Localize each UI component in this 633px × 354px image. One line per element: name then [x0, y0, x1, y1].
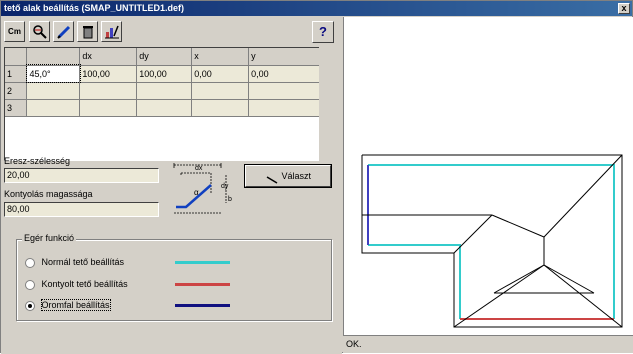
radio-hip-roof[interactable]: Kontyolt tető beállítás	[25, 277, 128, 291]
dy-diagram-label: dy	[221, 183, 229, 190]
select-button[interactable]: Választ	[244, 164, 332, 188]
settings-panel: Cm ? dx dy x y 1 45,0° 100,00 100,00 0,0…	[1, 17, 342, 354]
dy-cell[interactable]: 100,00	[136, 65, 193, 83]
title-bar: tető alak beállítás (SMAP_UNTITLED1.def)…	[1, 1, 632, 16]
magnifier-icon	[33, 25, 47, 39]
column-header	[5, 48, 28, 66]
dx-cell[interactable]	[79, 82, 138, 100]
table-empty-area	[5, 118, 322, 160]
y-cell[interactable]	[248, 99, 323, 117]
mouse-function-group: Egér funkció Normál tető beállítás Konty…	[16, 233, 332, 321]
row-number: 2	[5, 82, 28, 100]
y-cell[interactable]	[248, 82, 323, 100]
y-cell[interactable]: 0,00	[248, 65, 323, 83]
table-row[interactable]: 1 45,0° 100,00 100,00 0,00 0,00	[5, 64, 323, 83]
radio-button-selected[interactable]	[25, 300, 35, 311]
pencil-icon	[57, 25, 71, 39]
column-header-x: x	[191, 48, 250, 66]
radio-label: Oromfal beállítás	[40, 299, 111, 311]
radio-label: Normál tető beállítás	[41, 257, 125, 267]
dx-diagram-label: dx	[195, 165, 203, 172]
coordinates-table[interactable]: dx dy x y 1 45,0° 100,00 100,00 0,00 0,0…	[4, 47, 323, 161]
status-text: OK.	[346, 339, 362, 349]
table-row[interactable]: 2	[5, 82, 323, 100]
table-row[interactable]: 3	[5, 99, 323, 117]
eaves-width-label: Eresz-szélesség	[4, 156, 71, 166]
b-diagram-label: b	[228, 196, 232, 203]
dy-cell[interactable]	[136, 99, 193, 117]
help-button[interactable]: ?	[312, 21, 334, 43]
roof-plan-drawing	[361, 154, 623, 328]
radio-gable[interactable]: Oromfal beállítás	[25, 298, 111, 312]
zoom-button[interactable]	[29, 21, 50, 42]
angle-cell[interactable]	[26, 82, 81, 100]
radio-button[interactable]	[25, 257, 35, 268]
select-button-label: Választ	[281, 171, 312, 181]
angle-cell[interactable]: 45,0°	[25, 64, 81, 83]
hip-height-input[interactable]: 80,00	[4, 202, 159, 217]
radio-button[interactable]	[25, 279, 35, 290]
column-header-dx: dx	[79, 48, 138, 66]
radio-normal-roof[interactable]: Normál tető beállítás	[25, 255, 124, 269]
x-cell[interactable]	[191, 99, 250, 117]
close-button[interactable]: x	[618, 3, 630, 14]
column-header-dy: dy	[136, 48, 193, 66]
cm-units-button[interactable]: Cm	[4, 21, 25, 42]
dy-cell[interactable]	[136, 82, 193, 100]
roof-shape-settings-window: tető alak beállítás (SMAP_UNTITLED1.def)…	[0, 0, 633, 354]
alpha-diagram-label: α	[194, 188, 199, 197]
row-number: 3	[5, 99, 28, 117]
dx-cell[interactable]: 100,00	[79, 65, 138, 83]
dx-cell[interactable]	[79, 99, 138, 117]
pencil-button[interactable]	[53, 21, 74, 42]
delete-button[interactable]	[77, 21, 98, 42]
radio-label: Kontyolt tető beállítás	[41, 279, 128, 289]
eaves-width-input[interactable]: 20,00	[4, 168, 159, 183]
chart-button[interactable]	[101, 21, 122, 42]
normal-roof-color-line	[175, 261, 230, 264]
cm-label: Cm	[8, 27, 21, 36]
table-header-row: dx dy x y	[5, 48, 323, 66]
roof-plan-canvas[interactable]	[343, 17, 633, 335]
toolbar: Cm ?	[1, 17, 342, 47]
mouse-function-title: Egér funkció	[22, 233, 77, 243]
status-bar: OK.	[343, 335, 633, 353]
hip-roof-color-line	[175, 283, 230, 286]
x-cell[interactable]	[191, 82, 250, 100]
hip-height-label: Kontyolás magassága	[4, 189, 93, 199]
slope-diagram: dx dy α b	[166, 161, 236, 216]
window-title: tető alak beállítás (SMAP_UNTITLED1.def)	[4, 3, 185, 13]
row-number: 1	[5, 65, 28, 83]
x-cell[interactable]: 0,00	[191, 65, 250, 83]
column-header	[26, 48, 81, 66]
gable-color-line	[175, 304, 230, 307]
column-header-y: y	[248, 48, 323, 66]
pencil-icon	[265, 172, 279, 184]
slope-diagram-drawing: dx dy α b	[173, 163, 232, 214]
chart-icon	[105, 25, 119, 39]
trash-icon	[83, 26, 93, 39]
angle-cell[interactable]	[26, 99, 81, 117]
table-scrollbar[interactable]	[319, 47, 327, 161]
